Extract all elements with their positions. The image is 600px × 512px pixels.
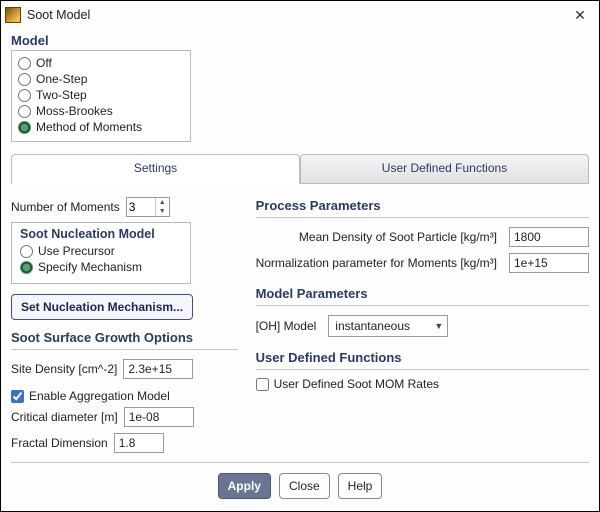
title-bar: Soot Model ✕ bbox=[1, 1, 599, 29]
site-density-input[interactable] bbox=[123, 359, 193, 379]
tab-settings[interactable]: Settings bbox=[11, 154, 300, 184]
udf-separator bbox=[256, 369, 589, 370]
nucleation-group: Soot Nucleation Model Use Precursor Spec… bbox=[11, 222, 191, 284]
moments-input[interactable] bbox=[127, 198, 155, 216]
oh-model-label: [OH] Model bbox=[256, 319, 323, 333]
moments-step-up[interactable]: ▲ bbox=[156, 198, 169, 207]
tab-udf[interactable]: User Defined Functions bbox=[300, 154, 589, 183]
moments-step-down[interactable]: ▼ bbox=[156, 207, 169, 216]
critical-diameter-label: Critical diameter [m] bbox=[11, 410, 118, 424]
model-radio-group: Off One-Step Two-Step Moss-Brookes Metho… bbox=[11, 50, 191, 142]
fractal-dimension-label: Fractal Dimension bbox=[11, 436, 108, 450]
settings-panel: Number of Moments ▲ ▼ Soot Nucleation Mo… bbox=[11, 194, 589, 462]
model-off-radio[interactable] bbox=[18, 57, 31, 70]
right-column: Process Parameters Mean Density of Soot … bbox=[256, 194, 589, 462]
left-column: Number of Moments ▲ ▼ Soot Nucleation Mo… bbox=[11, 194, 238, 462]
moments-spinner[interactable]: ▲ ▼ bbox=[126, 197, 170, 217]
tab-bar: Settings User Defined Functions bbox=[11, 154, 589, 184]
udf-rates-label: User Defined Soot MOM Rates bbox=[274, 377, 439, 391]
nucleation-title: Soot Nucleation Model bbox=[20, 227, 182, 241]
model-two-step-label: Two-Step bbox=[36, 88, 87, 102]
dialog-content: Model Off One-Step Two-Step Moss-Brookes… bbox=[1, 29, 599, 511]
model-moss-brookes-radio[interactable] bbox=[18, 105, 31, 118]
set-nucleation-mechanism-button[interactable]: Set Nucleation Mechanism... bbox=[11, 294, 193, 320]
oh-model-select[interactable]: instantaneous ▼ bbox=[328, 315, 448, 337]
model-off-label: Off bbox=[36, 56, 52, 70]
model-one-step-label: One-Step bbox=[36, 72, 87, 86]
normalization-input[interactable] bbox=[509, 253, 589, 273]
model-section-title: Model bbox=[11, 33, 589, 48]
aggregation-label: Enable Aggregation Model bbox=[29, 389, 170, 403]
model-mom-label: Method of Moments bbox=[36, 120, 142, 134]
critical-diameter-input[interactable] bbox=[124, 407, 194, 427]
nucleation-specify-radio[interactable] bbox=[20, 261, 33, 274]
model-mom-radio[interactable] bbox=[18, 121, 31, 134]
fractal-dimension-input[interactable] bbox=[114, 433, 164, 453]
oh-model-value: instantaneous bbox=[335, 319, 410, 333]
moments-label: Number of Moments bbox=[11, 200, 120, 214]
model-moss-brookes-label: Moss-Brookes bbox=[36, 104, 113, 118]
chevron-down-icon: ▼ bbox=[434, 321, 443, 331]
model-params-separator bbox=[256, 305, 589, 306]
process-separator bbox=[256, 217, 589, 218]
moments-row: Number of Moments ▲ ▼ bbox=[11, 197, 238, 217]
udf-rates-checkbox[interactable] bbox=[256, 378, 269, 391]
apply-button[interactable]: Apply bbox=[218, 473, 271, 499]
model-params-title: Model Parameters bbox=[256, 286, 589, 301]
close-icon[interactable]: ✕ bbox=[567, 5, 593, 25]
mean-density-label: Mean Density of Soot Particle [kg/m³] bbox=[256, 230, 503, 244]
help-button[interactable]: Help bbox=[338, 473, 383, 499]
normalization-label: Normalization parameter for Moments [kg/… bbox=[256, 256, 503, 270]
app-icon bbox=[5, 7, 21, 23]
aggregation-checkbox[interactable] bbox=[11, 390, 24, 403]
model-two-step-radio[interactable] bbox=[18, 89, 31, 102]
window-title: Soot Model bbox=[27, 8, 567, 22]
nucleation-precursor-radio[interactable] bbox=[20, 245, 33, 258]
mean-density-input[interactable] bbox=[509, 227, 589, 247]
growth-title: Soot Surface Growth Options bbox=[11, 330, 238, 345]
growth-separator bbox=[11, 349, 238, 350]
model-one-step-radio[interactable] bbox=[18, 73, 31, 86]
close-button[interactable]: Close bbox=[279, 473, 330, 499]
process-params-title: Process Parameters bbox=[256, 198, 589, 213]
nucleation-specify-label: Specify Mechanism bbox=[38, 260, 142, 274]
udf-section-title: User Defined Functions bbox=[256, 350, 589, 365]
nucleation-precursor-label: Use Precursor bbox=[38, 244, 115, 258]
site-density-label: Site Density [cm^-2] bbox=[11, 362, 117, 376]
dialog-window: Soot Model ✕ Model Off One-Step Two-Step… bbox=[0, 0, 600, 512]
dialog-footer: Apply Close Help bbox=[11, 462, 589, 511]
